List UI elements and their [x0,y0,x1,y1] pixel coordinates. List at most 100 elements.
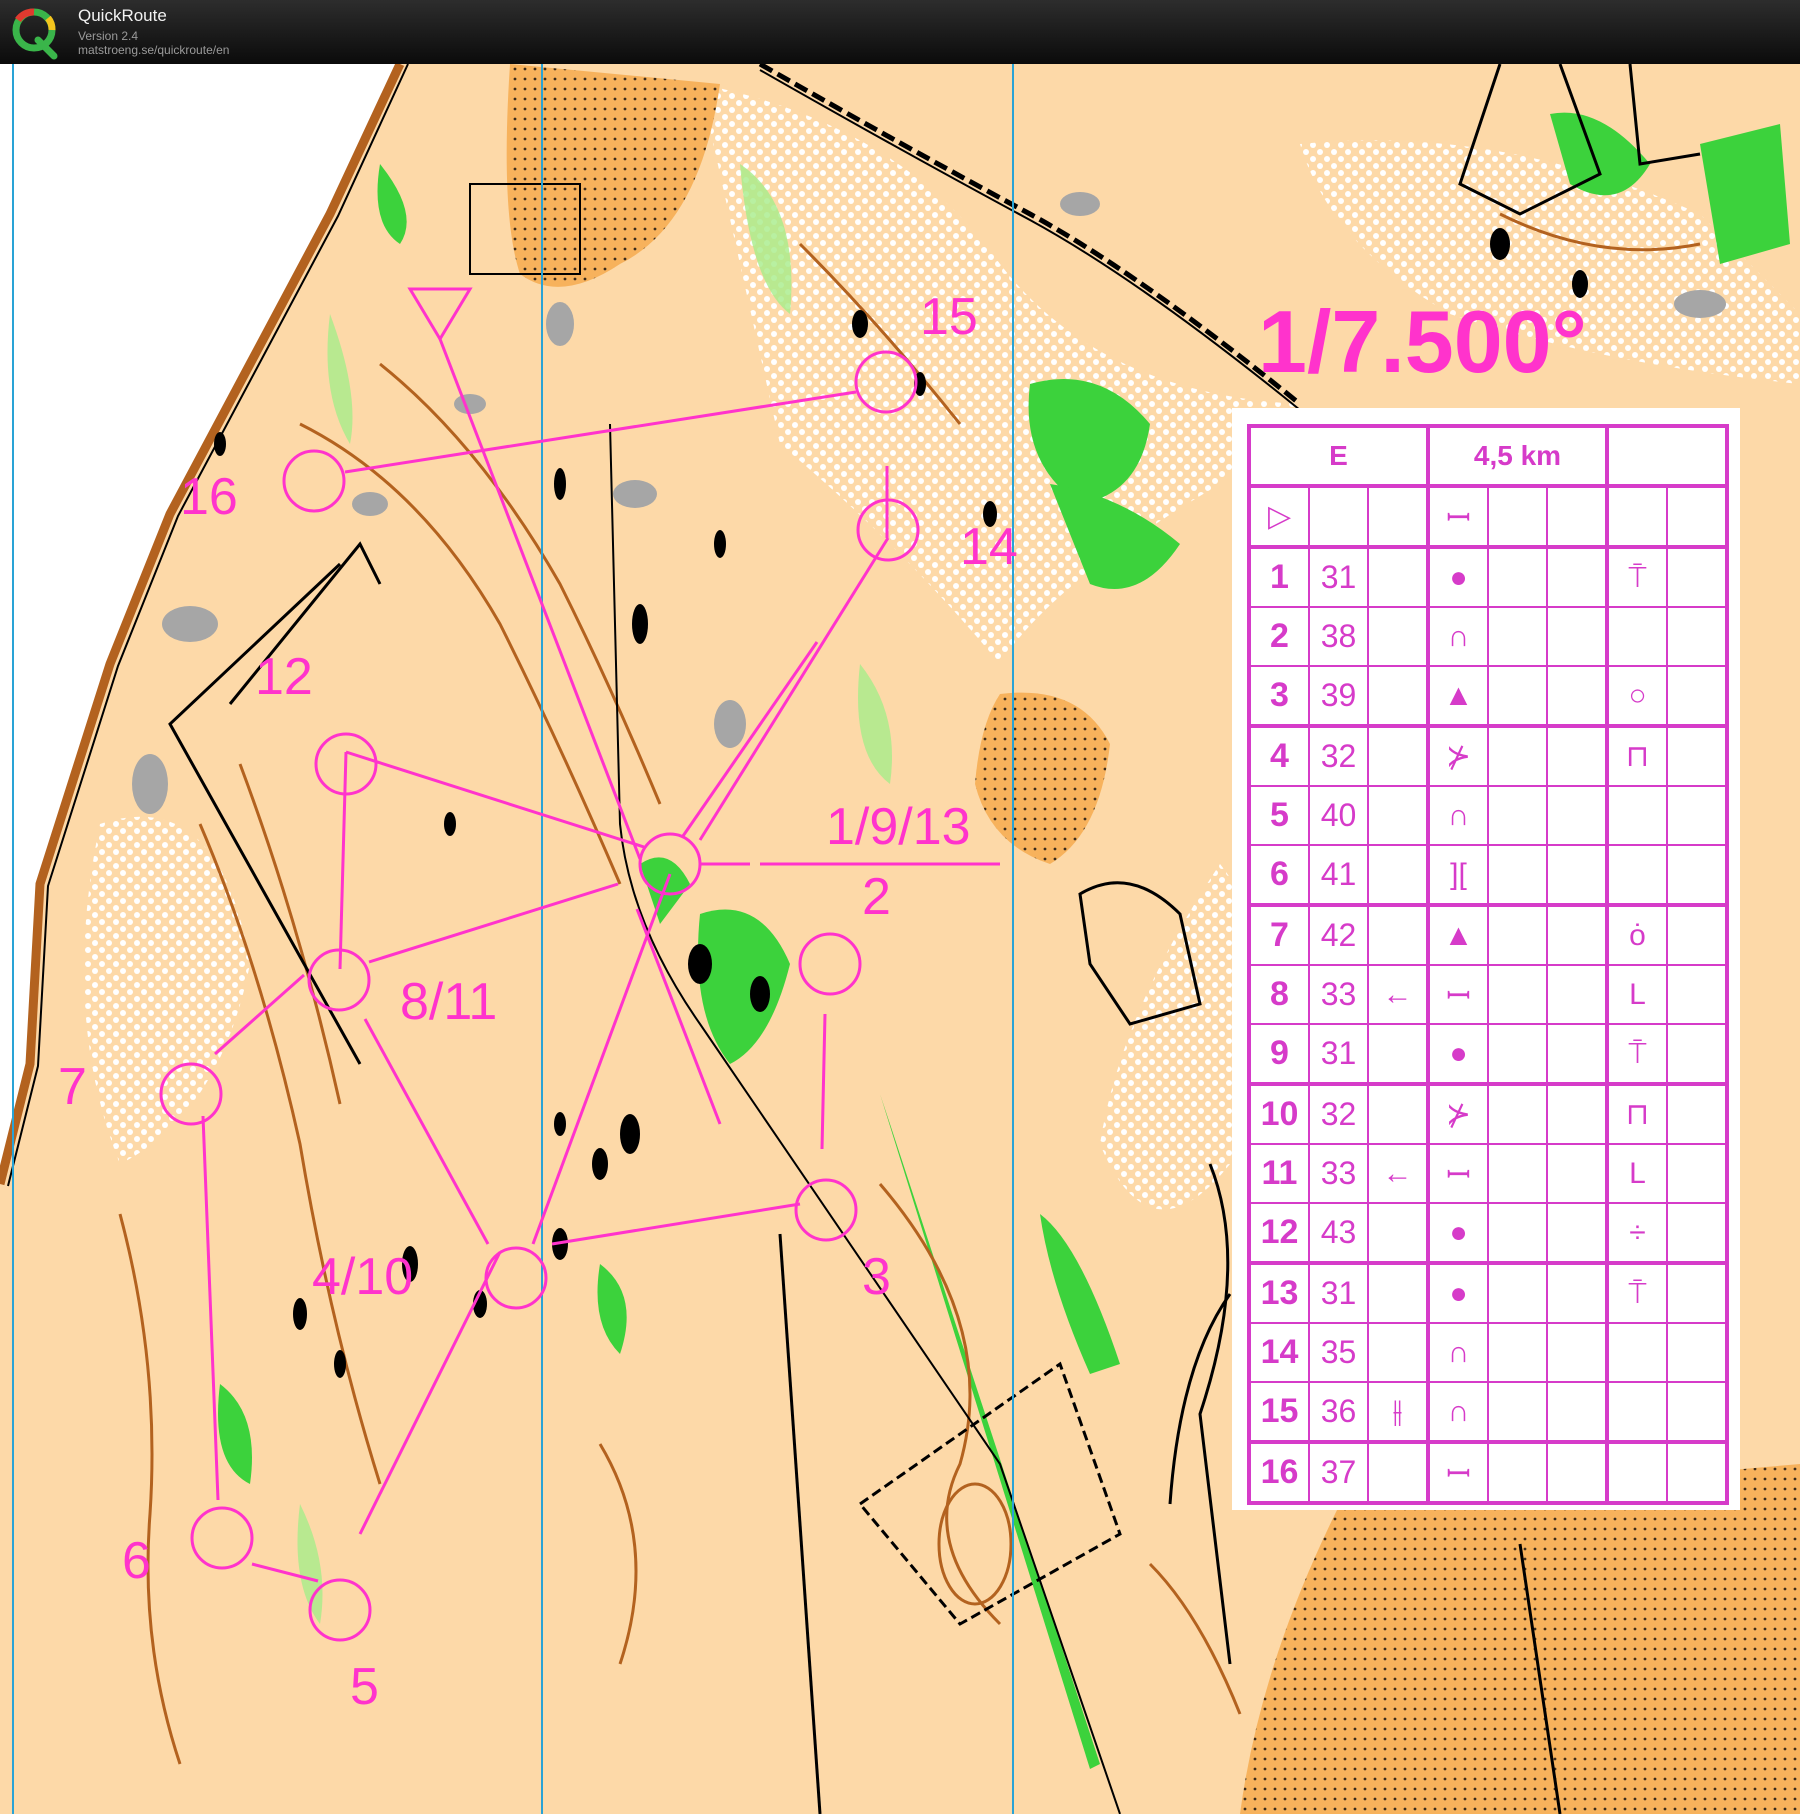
feature-symbol: ● [1427,1262,1489,1324]
location-symbol [1606,1322,1668,1383]
appearance-cell [1487,725,1548,787]
location-symbol: ⍑ [1606,1262,1668,1324]
direction-symbol [1367,1202,1430,1265]
extra-cell [1666,1023,1728,1086]
dimension-cell [1546,546,1609,608]
control-label-5: 5 [350,1658,379,1716]
control-number: 3 [1248,665,1310,728]
direction-symbol [1367,1023,1430,1086]
feature-symbol: ꟷ [1427,1441,1489,1504]
control-code: 40 [1308,785,1369,846]
control-description-row: 5 40 ∩ [1248,785,1728,846]
feature-symbol: ▲ [1427,904,1489,966]
control-description-row: 10 32 ⊁ ⊓ [1248,1083,1728,1145]
feature-symbol: ∩ [1427,1381,1489,1444]
dimension-cell [1546,725,1609,787]
direction-symbol [1367,844,1430,907]
appearance-cell [1487,1083,1548,1145]
control-code: 43 [1308,1202,1369,1265]
title-bar: QuickRoute Version 2.4 matstroeng.se/qui… [0,0,1800,64]
control-label-15: 15 [920,288,978,346]
appearance-cell [1487,1023,1548,1086]
control-number: 11 [1248,1143,1310,1204]
appearance-cell [1487,844,1548,907]
control-code: 32 [1308,725,1369,787]
control-description-row: 11 33 ← ꟷ L [1248,1143,1728,1204]
start-code-cell [1308,485,1369,549]
extra-cell [1666,606,1728,667]
map-scale: 1/7.500° [1258,292,1587,391]
control-label-3: 3 [862,1248,891,1306]
location-symbol [1606,1441,1668,1504]
location-symbol: ⊓ [1606,725,1668,787]
dimension-cell [1546,1381,1609,1444]
extra-cell [1666,1381,1728,1444]
course-class: E [1248,425,1430,488]
start-extra-cell [1666,485,1728,549]
direction-symbol [1367,904,1430,966]
control-code: 41 [1308,844,1369,907]
location-symbol: ○ [1606,665,1668,728]
control-description-row: 12 43 ● ÷ [1248,1202,1728,1265]
header-blank [1606,425,1728,488]
location-symbol: L [1606,964,1668,1025]
direction-symbol [1367,1083,1430,1145]
dimension-cell [1546,785,1609,846]
feature-symbol: ][ [1427,844,1489,907]
direction-symbol: ⫲ [1367,1381,1430,1444]
dimension-cell [1546,1023,1609,1086]
control-code: 38 [1308,606,1369,667]
extra-cell [1666,904,1728,966]
feature-symbol: ∩ [1427,606,1489,667]
extra-cell [1666,1083,1728,1145]
direction-symbol: ← [1367,964,1430,1025]
control-description-row: 3 39 ▲ ○ [1248,665,1728,728]
start-symbol: ▷ [1248,485,1310,549]
control-number: 4 [1248,725,1310,787]
control-description-row: 8 33 ← ꟷ L [1248,964,1728,1025]
map-viewport[interactable]: 16 15 14 12 1/9/13 2 8/11 7 3 4/10 6 5 1… [0,64,1800,1814]
control-label-12: 12 [255,648,313,706]
direction-symbol [1367,1262,1430,1324]
direction-symbol [1367,665,1430,728]
control-code: 36 [1308,1381,1369,1444]
direction-symbol [1367,546,1430,608]
dimension-cell [1546,606,1609,667]
course-length: 4,5 km [1427,425,1609,488]
control-code: 39 [1308,665,1369,728]
control-code: 33 [1308,964,1369,1025]
feature-symbol: ∩ [1427,1322,1489,1383]
dimension-cell [1546,1083,1609,1145]
feature-symbol: ⊁ [1427,1083,1489,1145]
appearance-cell [1487,546,1548,608]
location-symbol: ȯ [1606,904,1668,966]
direction-symbol [1367,606,1430,667]
appearance-cell [1487,665,1548,728]
control-description-row: 14 35 ∩ [1248,1322,1728,1383]
control-description-row: 1 31 ● ⍑ [1248,546,1728,608]
control-description-row: 13 31 ● ⍑ [1248,1262,1728,1324]
location-symbol [1606,606,1668,667]
app-url[interactable]: matstroeng.se/quickroute/en [78,43,229,57]
dimension-cell [1546,1322,1609,1383]
control-code: 32 [1308,1083,1369,1145]
control-label-6: 6 [122,1532,151,1590]
control-number: 1 [1248,546,1310,608]
extra-cell [1666,725,1728,787]
control-description-sheet: E 4,5 km ▷ ꟷ 1 31 ● ⍑ 2 38 ∩ 3 39 ▲ ○ 4 32 ⊁ ⊓ 5 40 ∩ 6 41]… [1232,408,1740,1510]
app-version: Version 2.4 [78,29,139,43]
location-symbol [1606,1381,1668,1444]
control-number: 8 [1248,964,1310,1025]
start-row: ▷ ꟷ [1248,485,1728,549]
control-label-1-9-13: 1/9/13 [826,798,971,856]
extra-cell [1666,1202,1728,1265]
control-code: 31 [1308,1262,1369,1324]
location-symbol: ⊓ [1606,1083,1668,1145]
direction-symbol [1367,1322,1430,1383]
appearance-cell [1487,904,1548,966]
control-number: 6 [1248,844,1310,907]
quickroute-logo [12,8,58,60]
control-number: 16 [1248,1441,1310,1504]
extra-cell [1666,844,1728,907]
extra-cell [1666,1322,1728,1383]
